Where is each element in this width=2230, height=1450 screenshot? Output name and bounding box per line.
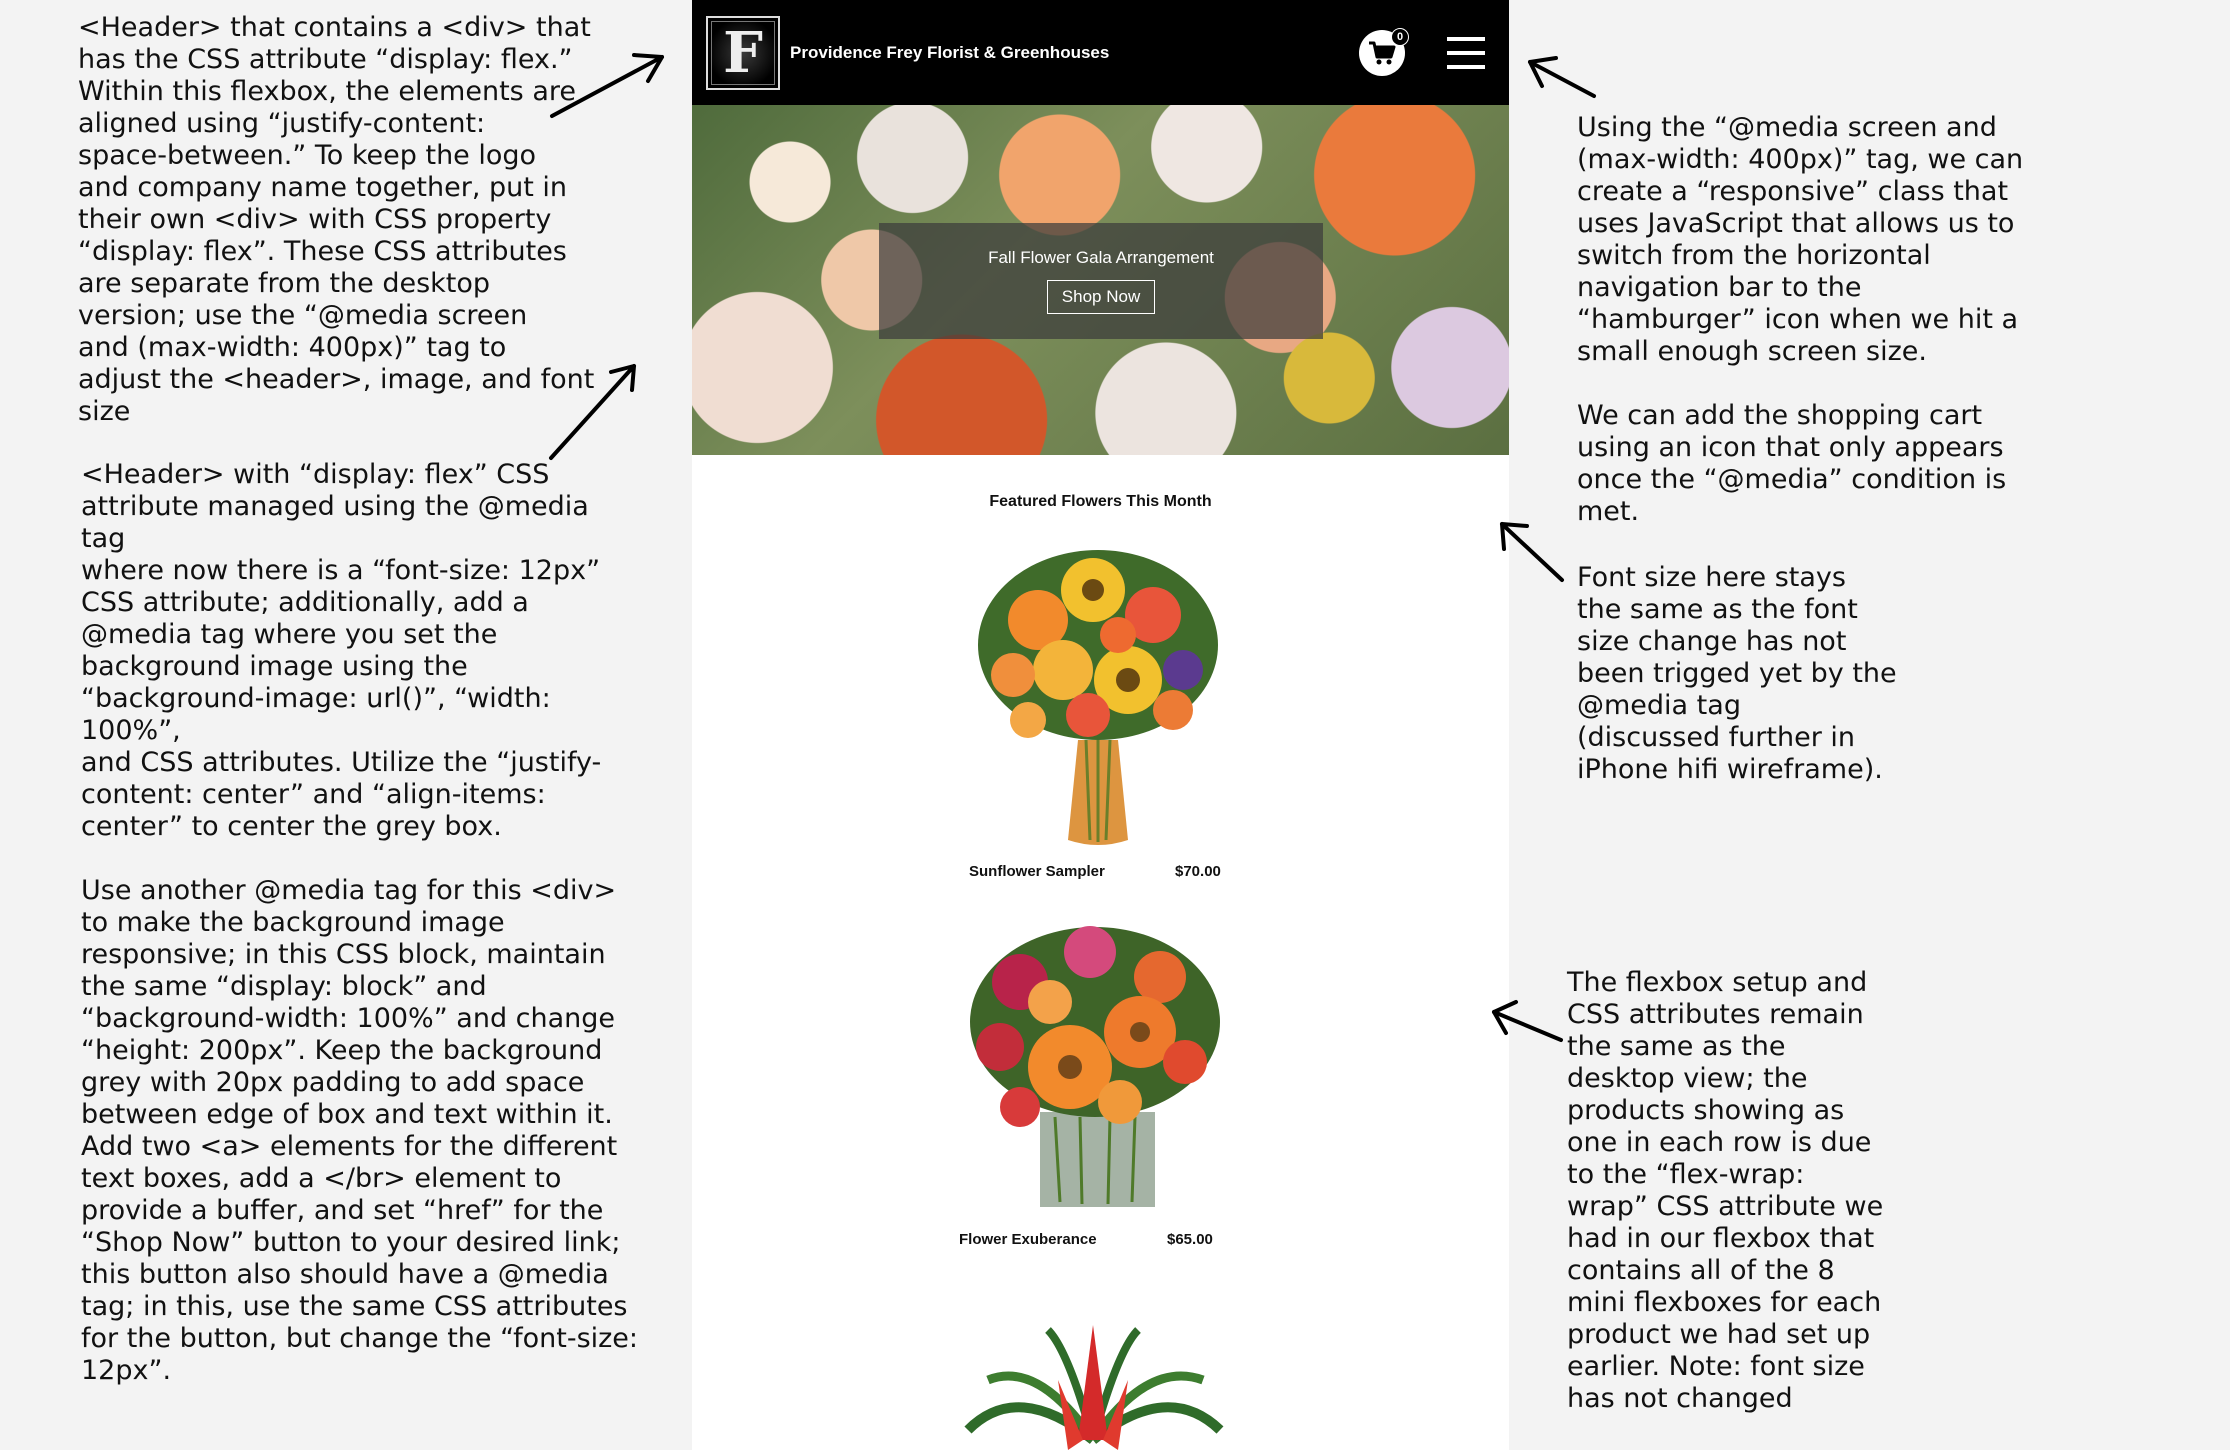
- site-header: F Providence Frey Florist & Greenhouses …: [692, 0, 1509, 105]
- bromeliad-image[interactable]: [958, 1320, 1228, 1450]
- shop-now-button[interactable]: Shop Now: [1046, 280, 1156, 314]
- hamburger-line: [1447, 36, 1485, 41]
- annotation-hamburger-cart: Using the “@media screen and (max-width:…: [1577, 112, 2024, 527]
- hamburger-line: [1447, 50, 1485, 55]
- hero-banner: Fall Flower Gala Arrangement Shop Now: [692, 105, 1509, 455]
- company-name[interactable]: Providence Frey Florist & Greenhouses: [790, 43, 1109, 63]
- featured-section-title: Featured Flowers This Month: [989, 493, 1212, 510]
- hamburger-menu-icon[interactable]: [1447, 36, 1485, 79]
- mobile-site-mockup: F Providence Frey Florist & Greenhouses …: [692, 0, 1509, 1450]
- annotation-header-flex: <Header> that contains a <div> that has …: [78, 12, 595, 427]
- cart-count-badge: 0: [1391, 27, 1409, 46]
- header-actions: 0: [1359, 27, 1485, 79]
- arrow-to-featured-title: [1500, 522, 1564, 582]
- brand-group: F Providence Frey Florist & Greenhouses: [706, 15, 1109, 90]
- hero-title[interactable]: Fall Flower Gala Arrangement: [988, 248, 1214, 268]
- arrow-to-header-menu: [1528, 56, 1596, 98]
- hamburger-line: [1447, 64, 1485, 69]
- hero-overlay-box: Fall Flower Gala Arrangement Shop Now: [879, 223, 1323, 339]
- product-price: $65.00: [1167, 1231, 1213, 1248]
- product-name[interactable]: Flower Exuberance: [959, 1231, 1097, 1248]
- flower-exuberance-image[interactable]: [960, 912, 1230, 1212]
- florist-logo[interactable]: F: [706, 15, 780, 90]
- shopping-cart-button[interactable]: 0: [1359, 27, 1409, 76]
- product-name[interactable]: Sunflower Sampler: [969, 863, 1105, 880]
- product-price: $70.00: [1175, 863, 1221, 880]
- annotation-font-size: Font size here stays the same as the fon…: [1577, 562, 1897, 785]
- annotation-flex-wrap: The flexbox setup and CSS attributes rem…: [1567, 967, 1884, 1414]
- sunflower-sampler-image[interactable]: [968, 540, 1228, 850]
- annotation-hero-media: <Header> with “display: flex” CSS attrib…: [81, 459, 639, 1386]
- shopping-cart-icon: [1369, 41, 1396, 64]
